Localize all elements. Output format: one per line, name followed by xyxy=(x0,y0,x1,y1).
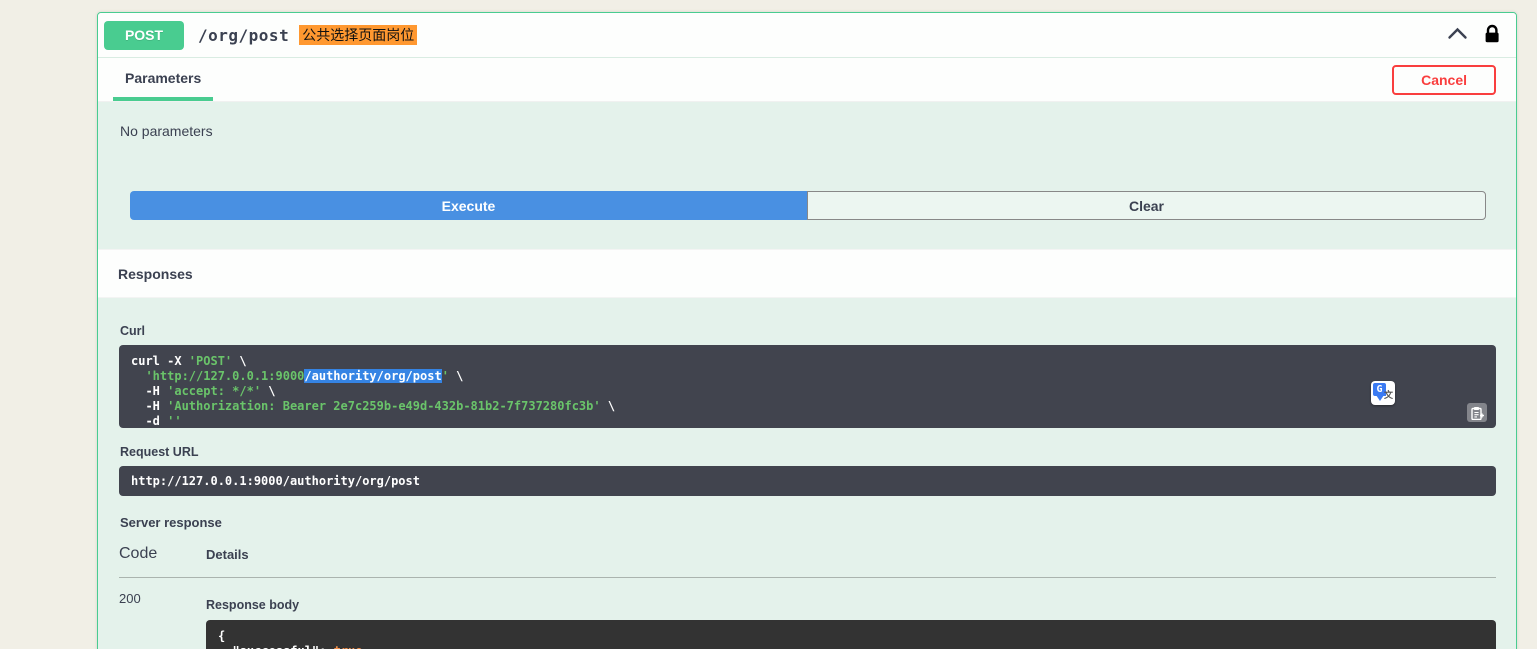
response-body-label: Response body xyxy=(206,598,300,612)
response-table-header: Code Details xyxy=(119,545,1496,563)
curl-text: -d xyxy=(131,414,168,428)
curl-text xyxy=(131,369,145,383)
details-column-header: Details xyxy=(206,547,249,562)
curl-string: 'POST' xyxy=(188,354,233,368)
execute-row: Execute Clear xyxy=(130,191,1486,220)
curl-string: ' xyxy=(441,369,449,383)
copy-to-clipboard-icon[interactable] xyxy=(1467,403,1487,422)
status-code: 200 xyxy=(119,591,141,606)
collapse-button[interactable] xyxy=(1447,27,1468,43)
parameters-section: No parameters Execute Clear xyxy=(98,102,1516,249)
json-brace: { xyxy=(218,629,226,643)
curl-string: 'accept: */*' xyxy=(167,384,262,398)
json-separator: : xyxy=(319,644,333,649)
json-comma: , xyxy=(363,644,370,649)
request-url-value: http://127.0.0.1:9000/authority/org/post xyxy=(131,474,420,488)
curl-text: \ xyxy=(448,369,464,383)
curl-text: -H xyxy=(131,384,168,398)
parameters-tab-label: Parameters xyxy=(125,69,202,86)
curl-label: Curl xyxy=(120,324,145,338)
code-column-header: Code xyxy=(119,545,158,562)
server-response-label: Server response xyxy=(120,515,222,530)
translate-char-glyph: 文 xyxy=(1383,391,1393,401)
responses-header: Responses xyxy=(98,249,1516,298)
curl-text: curl -X xyxy=(131,354,189,368)
response-row-200: 200 Response body { "successful": true, xyxy=(119,591,1496,649)
request-url-block: http://127.0.0.1:9000/authority/org/post xyxy=(119,466,1496,496)
curl-string: '' xyxy=(167,414,182,428)
execute-button[interactable]: Execute xyxy=(130,191,807,220)
responses-title: Responses xyxy=(118,265,193,282)
curl-text: \ xyxy=(600,399,616,413)
json-key: "successful" xyxy=(218,644,319,649)
endpoint-path: /org/post xyxy=(198,25,290,45)
chevron-up-icon xyxy=(1447,27,1468,43)
curl-selected-text: /authority/org/post xyxy=(304,369,442,383)
tab-parameters[interactable]: Parameters xyxy=(113,58,214,101)
response-table-divider xyxy=(119,577,1496,578)
method-badge: POST xyxy=(104,20,184,50)
curl-text: -H xyxy=(131,399,168,413)
curl-command-block[interactable]: curl -X 'POST' \ 'http://127.0.0.1:9000/… xyxy=(119,345,1496,428)
request-url-label: Request URL xyxy=(120,445,199,459)
google-translate-icon[interactable]: G文 xyxy=(1371,381,1395,405)
response-body-block[interactable]: { "successful": true, xyxy=(206,620,1496,649)
operation-block-post: POST /org/post 公共选择页面岗位 Parameters Cance… xyxy=(97,12,1517,649)
lock-icon xyxy=(1484,24,1500,47)
cancel-button[interactable]: Cancel xyxy=(1392,64,1496,95)
operation-summary[interactable]: POST /org/post 公共选择页面岗位 xyxy=(98,13,1516,58)
curl-string: 'http://127.0.0.1:9000 xyxy=(145,369,305,383)
curl-text: \ xyxy=(261,384,276,398)
no-parameters-text: No parameters xyxy=(120,123,213,139)
endpoint-description-highlighted: 公共选择页面岗位 xyxy=(299,25,418,45)
translate-bubble-tail xyxy=(1376,395,1384,401)
json-boolean: true xyxy=(334,644,363,649)
curl-text: \ xyxy=(232,354,247,368)
curl-string: 'Authorization: Bearer 2e7c259b-e49d-432… xyxy=(167,399,601,413)
responses-section: Curl curl -X 'POST' \ 'http://127.0.0.1:… xyxy=(98,298,1516,649)
authorize-button[interactable] xyxy=(1484,24,1500,47)
parameters-tab-bar: Parameters Cancel xyxy=(98,58,1516,102)
clear-button[interactable]: Clear xyxy=(807,191,1486,220)
